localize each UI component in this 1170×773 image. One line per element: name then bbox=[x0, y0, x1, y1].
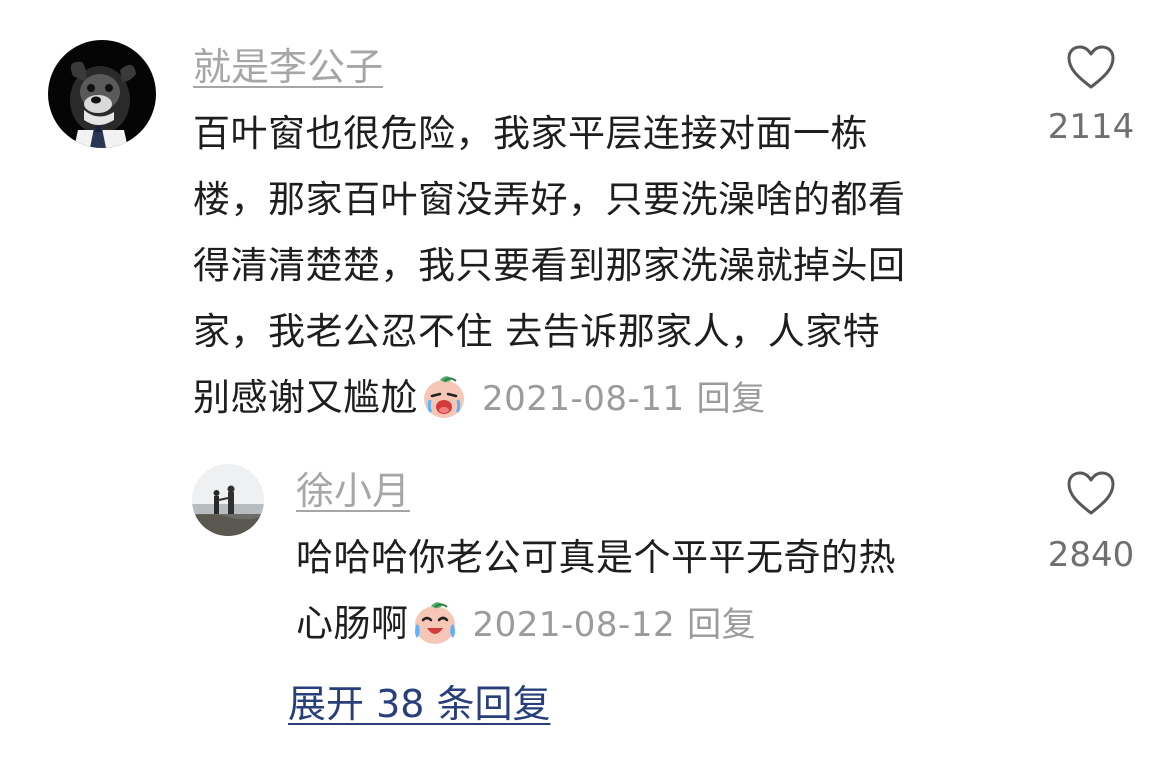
heart-icon[interactable] bbox=[1066, 470, 1116, 516]
comment-date: 2021-08-11 bbox=[482, 379, 685, 419]
avatar[interactable] bbox=[192, 464, 264, 536]
reply-text-line: 心肠啊 bbox=[296, 602, 409, 645]
expand-replies-link[interactable]: 展开 38 条回复 bbox=[288, 682, 551, 728]
dog-avatar-icon bbox=[48, 40, 156, 148]
comment-text-line: 百叶窗也很危险，我家平层连接对面一栋 bbox=[193, 112, 868, 155]
comment-text-line: 别感谢又尴尬 bbox=[193, 376, 418, 419]
comment-text-line: 楼，那家百叶窗没弄好，只要洗澡啥的都看 bbox=[193, 178, 906, 221]
reply-username[interactable]: 徐小月 bbox=[296, 472, 410, 510]
like-count: 2114 bbox=[1047, 107, 1135, 147]
comment-text: 百叶窗也很危险，我家平层连接对面一栋 楼，那家百叶窗没弄好，只要洗澡啥的都看 得… bbox=[193, 101, 906, 431]
beach-avatar-icon bbox=[192, 464, 264, 536]
heart-icon[interactable] bbox=[1066, 44, 1116, 90]
reply-button[interactable]: 回复 bbox=[687, 605, 756, 645]
comment-last-line: 别感谢又尴尬 2021-08-11 回复 bbox=[193, 365, 906, 431]
reply-text: 哈哈哈你老公可真是个平平无奇的热 心肠啊 2021-08-12 回复 bbox=[296, 525, 896, 657]
reply-last-line: 心肠啊 2021-08-12 回复 bbox=[296, 591, 896, 657]
crying-emoji-icon bbox=[420, 372, 468, 420]
comment-like[interactable]: 2114 bbox=[1036, 44, 1146, 144]
avatar[interactable] bbox=[48, 40, 156, 148]
reply-button[interactable]: 回复 bbox=[697, 379, 766, 419]
like-count: 2840 bbox=[1047, 535, 1135, 575]
comment-text-line: 家，我老公忍不住 去告诉那家人，人家特 bbox=[193, 310, 881, 353]
laughing-tears-emoji-icon bbox=[411, 598, 459, 646]
comment-username[interactable]: 就是李公子 bbox=[193, 48, 383, 86]
comment-text-line: 得清清楚楚，我只要看到那家洗澡就掉头回 bbox=[193, 244, 906, 287]
reply-text-line: 哈哈哈你老公可真是个平平无奇的热 bbox=[296, 536, 896, 579]
reply-date: 2021-08-12 bbox=[472, 605, 676, 645]
reply-like[interactable]: 2840 bbox=[1036, 470, 1146, 572]
